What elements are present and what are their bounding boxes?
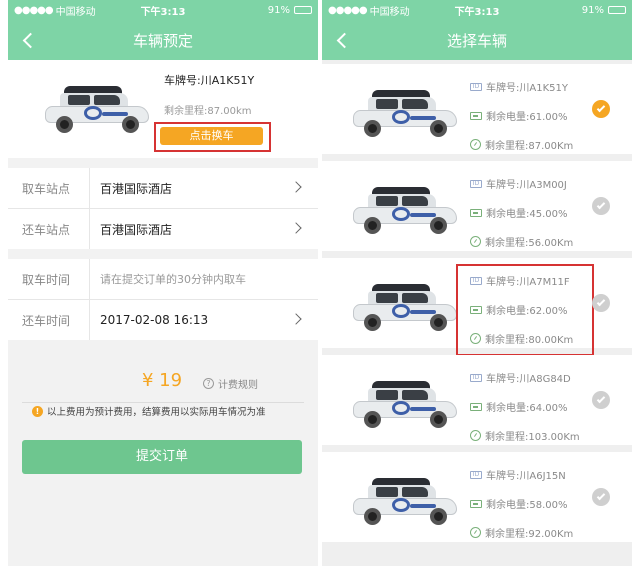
car-image	[350, 86, 462, 138]
car-image	[350, 377, 462, 429]
battery-icon	[294, 6, 312, 14]
car-battery: 剩余电量:45.00%	[486, 209, 568, 220]
page-title: 车辆预定	[132, 31, 193, 50]
return-station-value: 百港国际酒店	[100, 222, 173, 237]
gauge-icon	[470, 527, 481, 538]
pickup-station-label: 取车站点	[8, 168, 90, 208]
battery-percent: 91%	[267, 4, 290, 16]
back-chevron-icon	[336, 32, 352, 48]
back-button[interactable]	[16, 28, 40, 52]
pricing-rule-label: 计费规则	[218, 380, 258, 391]
check-icon[interactable]	[592, 197, 610, 215]
return-time-value: 2017-02-08 16:13	[100, 313, 209, 327]
price-value: ¥ 19	[142, 370, 183, 391]
car-list-item[interactable]: ID 车牌号:川A7M11F 剩余电量:62.00% 剩余里程:80.00Km	[322, 258, 632, 356]
gauge-icon	[470, 139, 481, 150]
price-section: ¥ 19 ? 计费规则 ! 以上费用为预计费用，结算费用以实际用车情况为准 提交…	[8, 340, 318, 540]
car-image	[42, 82, 154, 134]
check-icon[interactable]	[592, 488, 610, 506]
car-battery: 剩余电量:64.00%	[486, 403, 568, 414]
page-title: 选择车辆	[446, 31, 507, 50]
plate-icon: ID	[470, 179, 482, 188]
car-mileage: 剩余里程:103.00Km	[485, 432, 580, 443]
back-button[interactable]	[330, 28, 354, 52]
divider	[22, 402, 304, 403]
return-time-row[interactable]: 还车时间 2017-02-08 16:13	[8, 300, 318, 340]
car-image	[350, 280, 462, 332]
submit-order-button[interactable]: 提交订单	[22, 440, 302, 474]
status-bar: ●●●●● 中国移动 下午3:13 91%	[8, 0, 318, 20]
highlight-box	[456, 264, 594, 356]
car-plate: 车牌号:川A6J15N	[486, 471, 566, 482]
pickup-station-value: 百港国际酒店	[100, 181, 173, 196]
car-list-item[interactable]: ID 车牌号:川A3M00J 剩余电量:45.00% 剩余里程:56.00Km	[322, 161, 632, 251]
car-battery: 剩余电量:58.00%	[486, 500, 568, 511]
pricing-rule-link[interactable]: ? 计费规则	[203, 376, 258, 391]
car-plate: 车牌号:川A1K51Y	[164, 74, 255, 87]
battery-icon	[608, 6, 626, 14]
fee-notice-text: 以上费用为预计费用，结算费用以实际用车情况为准	[47, 407, 266, 418]
battery-icon	[470, 499, 482, 508]
check-icon[interactable]	[592, 100, 610, 118]
pickup-time-value: 请在提交订单的30分钟内取车	[100, 273, 246, 286]
nav-bar: 车辆预定	[8, 20, 318, 60]
booking-screen: ●●●●● 中国移动 下午3:13 91% 车辆预定 车牌号:川A1K51Y 剩…	[8, 0, 318, 566]
car-list-item[interactable]: ID 车牌号:川A8G84D 剩余电量:64.00% 剩余里程:103.00Km	[322, 355, 632, 445]
pickup-time-label: 取车时间	[8, 259, 90, 299]
car-list-item[interactable]: ID 车牌号:川A6J15N 剩余电量:58.00% 剩余里程:92.00Km	[322, 452, 632, 542]
battery-icon	[470, 208, 482, 217]
change-car-button[interactable]: 点击换车	[160, 127, 263, 145]
nav-bar: 选择车辆	[322, 20, 632, 60]
back-chevron-icon	[22, 32, 38, 48]
gauge-icon	[470, 430, 481, 441]
warning-icon: !	[32, 405, 43, 417]
battery-icon	[470, 111, 482, 120]
car-mileage: 剩余里程:56.00Km	[485, 238, 574, 249]
return-time-label: 还车时间	[8, 300, 90, 340]
question-icon: ?	[203, 378, 214, 389]
car-image	[350, 474, 462, 526]
gauge-icon	[470, 236, 481, 247]
car-plate: 车牌号:川A1K51Y	[486, 83, 568, 94]
check-icon[interactable]	[592, 391, 610, 409]
pickup-time-row: 取车时间 请在提交订单的30分钟内取车	[8, 259, 318, 299]
car-list-item[interactable]: ID 车牌号:川A1K51Y 剩余电量:61.00% 剩余里程:87.00Km	[322, 64, 632, 154]
selected-car-card: 车牌号:川A1K51Y 剩余里程:87.00km 点击换车	[8, 60, 318, 158]
car-mileage: 剩余里程:87.00Km	[485, 141, 574, 152]
pickup-station-row[interactable]: 取车站点 百港国际酒店	[8, 168, 318, 208]
check-icon[interactable]	[592, 294, 610, 312]
car-plate: 车牌号:川A3M00J	[486, 180, 567, 191]
return-station-label: 还车站点	[8, 209, 90, 249]
car-mileage: 剩余里程:92.00Km	[485, 529, 574, 540]
car-image	[350, 183, 462, 235]
car-battery: 剩余电量:61.00%	[486, 112, 568, 123]
plate-icon: ID	[470, 373, 482, 382]
car-plate: 车牌号:川A8G84D	[486, 374, 571, 385]
car-remaining: 剩余里程:87.00km	[164, 106, 252, 117]
fee-notice: ! 以上费用为预计费用，结算费用以实际用车情况为准	[32, 404, 266, 418]
status-bar: ●●●●● 中国移动 下午3:13 91%	[322, 0, 632, 20]
plate-icon: ID	[470, 470, 482, 479]
battery-icon	[470, 402, 482, 411]
return-station-row[interactable]: 还车站点 百港国际酒店	[8, 209, 318, 249]
battery-percent: 91%	[581, 4, 604, 16]
plate-icon: ID	[470, 82, 482, 91]
select-car-screen: ●●●●● 中国移动 下午3:13 91% 选择车辆 ID 车牌号:川A1K51Y…	[322, 0, 632, 566]
